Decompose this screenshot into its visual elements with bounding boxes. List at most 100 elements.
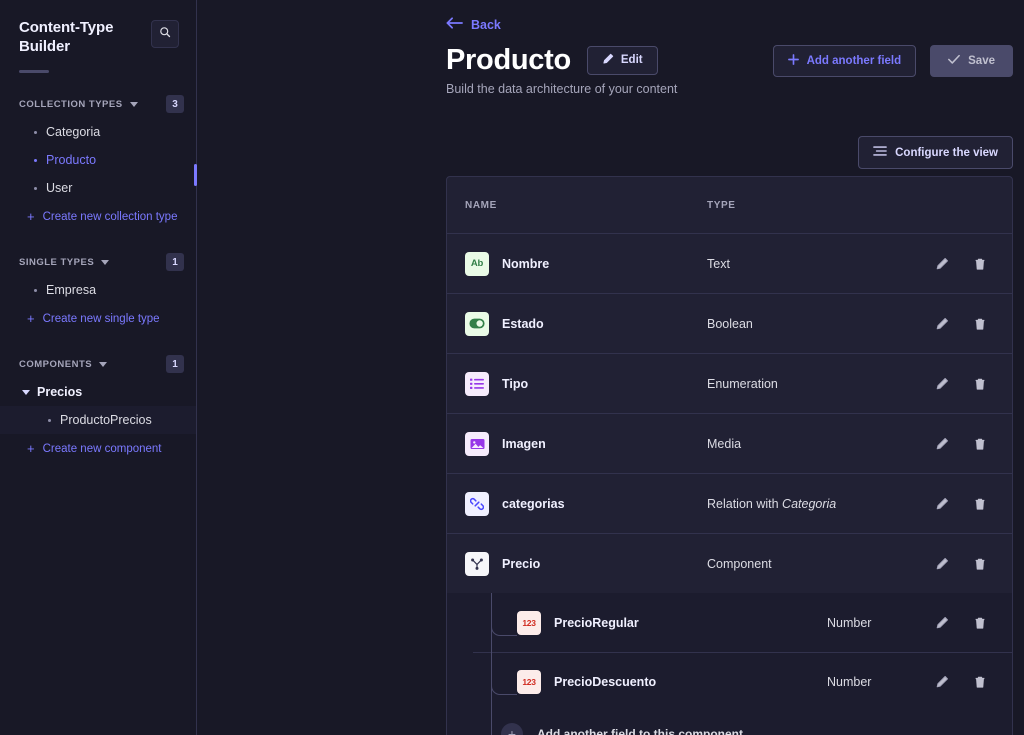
sidebar-section-count: 1 — [166, 355, 184, 373]
sidebar-item-label: Producto — [46, 153, 97, 167]
back-link[interactable]: Back — [197, 0, 1013, 34]
chevron-down-icon — [101, 259, 110, 265]
trash-icon[interactable] — [972, 615, 988, 631]
edit-pencil-icon[interactable] — [934, 496, 950, 512]
bullet-icon — [48, 418, 51, 422]
create-new-collection-type-link[interactable]: + Create new collection type — [0, 202, 196, 231]
sidebar: Content-Type Builder COLLECTION TYPES 3 — [0, 0, 197, 735]
create-link-label: Create new collection type — [42, 210, 178, 223]
table-row[interactable]: Precio Component — [447, 533, 1012, 593]
field-type: Relation with Categoria — [707, 497, 934, 511]
field-name: Estado — [502, 316, 544, 331]
sidebar-section-collection-types[interactable]: COLLECTION TYPES 3 — [0, 95, 196, 113]
create-new-single-type-link[interactable]: + Create new single type — [0, 304, 196, 333]
edit-pencil-icon[interactable] — [934, 256, 950, 272]
edit-label: Edit — [620, 54, 643, 66]
configure-the-view-label: Configure the view — [895, 146, 998, 159]
table-row[interactable]: Tipo Enumeration — [447, 353, 1012, 413]
sidebar-item-categoria[interactable]: Categoria — [0, 118, 196, 146]
add-another-field-label: Add another field — [806, 55, 902, 67]
plus-icon: + — [27, 441, 35, 456]
number-field-icon-glyph: 123 — [522, 617, 536, 628]
sidebar-section-count: 1 — [166, 253, 184, 271]
field-name: Nombre — [502, 256, 550, 271]
sidebar-item-producto[interactable]: Producto — [0, 146, 196, 174]
table-row[interactable]: 123 PrecioDescuento Number — [473, 652, 1012, 711]
edit-pencil-icon[interactable] — [934, 556, 950, 572]
create-link-label: Create new component — [42, 442, 162, 455]
sliders-icon — [873, 145, 887, 160]
table-row[interactable]: Ab Nombre Text — [447, 233, 1012, 293]
field-name: Tipo — [502, 376, 529, 391]
save-button[interactable]: Save — [930, 45, 1013, 77]
table-row[interactable]: 123 PrecioRegular Number — [473, 593, 1012, 652]
chevron-down-icon — [22, 389, 30, 395]
field-type: Boolean — [707, 316, 753, 331]
chevron-down-icon — [129, 101, 138, 107]
bullet-icon — [34, 288, 37, 292]
sidebar-group-precios[interactable]: Precios — [0, 378, 196, 406]
fields-table: NAME TYPE Ab Nombre Text Estado Boolean … — [446, 176, 1013, 735]
field-type: Media — [707, 436, 742, 451]
bullet-icon — [34, 186, 37, 190]
column-header-name: NAME — [465, 199, 497, 211]
enumeration-list-icon — [465, 371, 489, 396]
check-icon — [948, 54, 961, 68]
page-subtitle: Build the data architecture of your cont… — [446, 82, 678, 96]
sidebar-list-collection-types: Categoria Producto User — [0, 118, 196, 202]
sidebar-item-empresa[interactable]: Empresa — [0, 276, 196, 304]
field-name: Precio — [502, 556, 541, 571]
edit-pencil-icon[interactable] — [934, 316, 950, 332]
chevron-down-icon — [99, 361, 108, 367]
relation-link-icon — [465, 491, 489, 516]
component-node-icon — [465, 551, 489, 576]
create-link-label: Create new single type — [42, 312, 160, 325]
save-label: Save — [968, 55, 995, 67]
trash-icon[interactable] — [972, 316, 988, 332]
component-nested-fields: 123 PrecioRegular Number 123 PrecioDescu… — [447, 593, 1012, 735]
field-type: Number — [827, 615, 872, 630]
field-name: Imagen — [502, 436, 546, 451]
number-field-icon: 123 — [517, 610, 541, 635]
search-button[interactable] — [151, 20, 179, 48]
field-name: PrecioDescuento — [554, 675, 657, 689]
trash-icon[interactable] — [972, 674, 988, 690]
edit-pencil-icon[interactable] — [934, 615, 950, 631]
edit-pencil-icon[interactable] — [934, 674, 950, 690]
bullet-icon — [34, 158, 37, 162]
top-actions: Add another field Save — [772, 45, 1013, 77]
edit-pencil-icon[interactable] — [934, 436, 950, 452]
sidebar-header: Content-Type Builder — [0, 18, 196, 56]
configure-row: Configure the view — [858, 136, 1013, 169]
plus-icon: + — [27, 311, 35, 326]
edit-pencil-icon[interactable] — [934, 376, 950, 392]
field-name: categorias — [502, 496, 565, 511]
create-new-component-link[interactable]: + Create new component — [0, 434, 196, 463]
trash-icon[interactable] — [972, 436, 988, 452]
add-another-field-button[interactable]: Add another field — [772, 45, 917, 77]
sidebar-section-label: COLLECTION TYPES — [19, 98, 123, 110]
sidebar-item-user[interactable]: User — [0, 174, 196, 202]
sidebar-title: Content-Type Builder — [19, 19, 114, 55]
add-another-field-to-component-button[interactable]: + Add another field to this component — [473, 711, 1012, 735]
number-field-icon: 123 — [517, 670, 541, 694]
sidebar-section-single-types[interactable]: SINGLE TYPES 1 — [0, 253, 196, 271]
sidebar-section-count: 3 — [166, 95, 184, 113]
table-row[interactable]: Estado Boolean — [447, 293, 1012, 353]
trash-icon[interactable] — [972, 256, 988, 272]
sidebar-section-components[interactable]: COMPONENTS 1 — [0, 355, 196, 373]
table-row[interactable]: Imagen Media — [447, 413, 1012, 473]
field-type: Text — [707, 256, 730, 271]
sidebar-group-label: Precios — [37, 385, 83, 399]
sidebar-subtitle-placeholder — [19, 70, 49, 73]
plus-icon: + — [27, 209, 35, 224]
configure-the-view-button[interactable]: Configure the view — [858, 136, 1013, 169]
table-row[interactable]: categorias Relation with Categoria — [447, 473, 1012, 533]
trash-icon[interactable] — [972, 556, 988, 572]
trash-icon[interactable] — [972, 376, 988, 392]
sidebar-item-label: Categoria — [46, 125, 101, 139]
edit-button[interactable]: Edit — [586, 45, 658, 75]
sidebar-item-productoprecios[interactable]: ProductoPrecios — [0, 406, 196, 434]
trash-icon[interactable] — [972, 496, 988, 512]
arrow-left-icon — [446, 16, 463, 34]
